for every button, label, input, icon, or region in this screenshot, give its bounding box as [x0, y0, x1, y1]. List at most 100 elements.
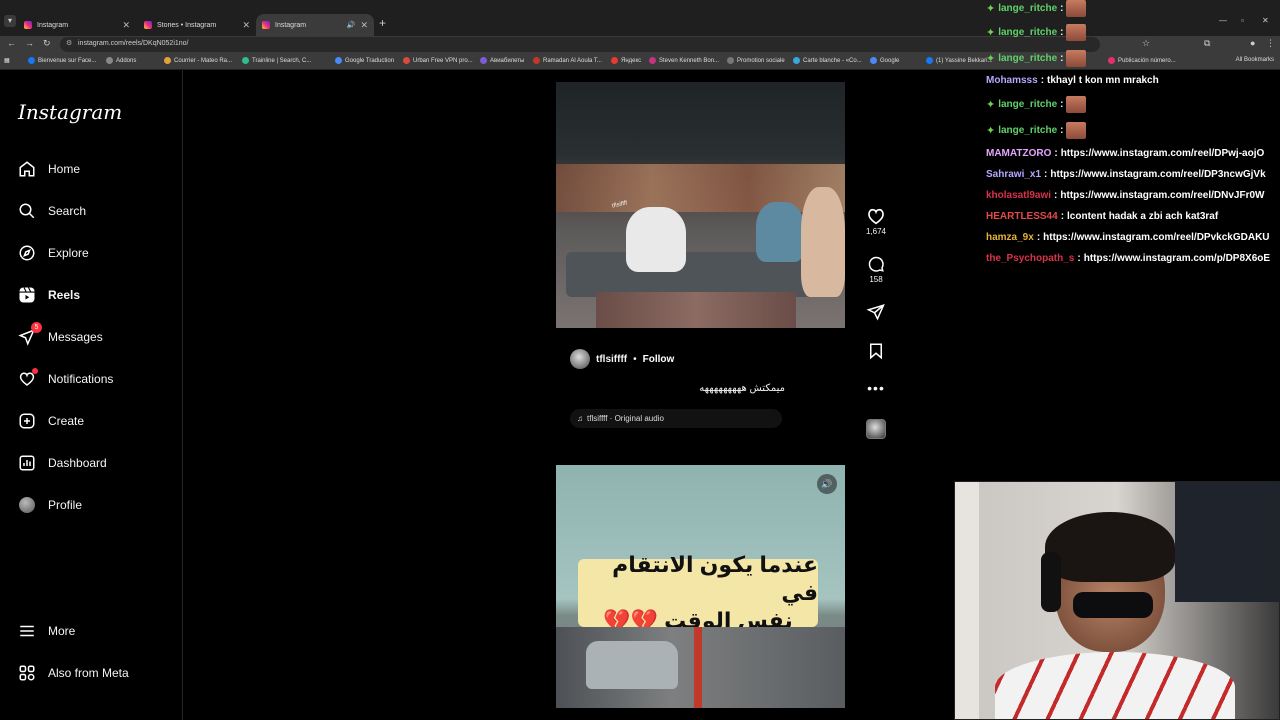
emote-icon [1066, 0, 1087, 17]
author-username[interactable]: tflsiffff [596, 354, 627, 365]
bookmark-item[interactable]: Trainline | Search, C... [242, 57, 311, 64]
reload-icon[interactable]: ↻ [43, 38, 51, 49]
sidebar-item-notifications[interactable]: Notifications [18, 366, 113, 392]
like-count: 1,674 [865, 227, 887, 236]
save-button[interactable] [864, 342, 888, 360]
chat-message: ✦ lange_ritche: [986, 50, 1280, 67]
video-overlay-caption-box: عندما يكون الانتقام في نفس الوقت 💔💔 [578, 552, 818, 633]
chat-text: https://www.instagram.com/reel/DNvJFr0W [1060, 190, 1265, 201]
chat-message: ✦ lange_ritche: [986, 122, 1280, 139]
chat-username: MAMATZORO [986, 148, 1052, 159]
video-overlay-text: عندما يكون الانتقام في [612, 552, 818, 605]
bookmark-item[interactable]: Ramadan Al Aoula T... [533, 57, 602, 64]
bookmark-item[interactable]: Google [870, 57, 899, 64]
video-scene-person [756, 202, 804, 262]
bookmark-label: Promotion sociale [737, 57, 785, 64]
original-audio-link[interactable]: ♫ tflsiffff · Original audio [570, 409, 782, 428]
bookmark-label: Courrier - Mateo Ra... [174, 57, 233, 64]
chat-username: Sahrawi_x1 [986, 169, 1042, 180]
sidebar-item-home[interactable]: Home [18, 156, 80, 182]
ellipsis-icon: ••• [867, 380, 885, 396]
separator-dot: • [633, 353, 637, 365]
sidebar-item-label: Messages [48, 330, 103, 344]
bookmark-label: Bienvenue sur Face... [38, 57, 97, 64]
bookmark-item[interactable]: Addons [106, 57, 136, 64]
sidebar-item-profile[interactable]: Profile [18, 492, 82, 518]
reel-video-next[interactable]: عندما يكون الانتقام في نفس الوقت 💔💔 [556, 465, 845, 708]
webcam-scene-headset [1041, 552, 1061, 612]
video-scene-canopy [556, 164, 845, 212]
bookmark-favicon-icon [480, 57, 487, 64]
bookmark-item[interactable]: Steven Kenneth Bon... [649, 57, 719, 64]
sidebar-item-explore[interactable]: Explore [18, 240, 89, 266]
bookmark-item[interactable]: Google Traduction [335, 57, 394, 64]
tab-title: Instagram [37, 21, 69, 29]
webcam-overlay [954, 481, 1280, 720]
bookmark-item[interactable]: Carte blanche - «Co... [793, 57, 862, 64]
sidebar-item-create[interactable]: Create [18, 408, 84, 434]
bookmark-favicon-icon [611, 57, 618, 64]
sidebar-item-label: More [48, 624, 76, 638]
avatar[interactable] [570, 349, 590, 369]
close-tab-icon[interactable]: ✕ [122, 20, 130, 31]
back-arrow-icon[interactable]: ← [7, 38, 16, 48]
follow-button[interactable]: Follow [643, 354, 675, 365]
bookmark-favicon-icon [727, 57, 734, 64]
browser-tab[interactable]: Stories • Instagram ✕ [138, 14, 256, 36]
reels-icon [18, 286, 36, 304]
close-tab-icon[interactable]: ✕ [360, 20, 368, 31]
bookmark-label: Trainline | Search, C... [252, 57, 312, 64]
browser-tab[interactable]: Instagram ✕ [18, 14, 136, 36]
sidebar-item-also-from-meta[interactable]: Also from Meta [18, 660, 129, 686]
bookmark-item[interactable]: Promotion sociale [727, 57, 785, 64]
bookmark-label: Авиабилеты [490, 57, 525, 64]
chat-text: https://www.instagram.com/reel/DP3ncwGjV… [1050, 169, 1266, 180]
heart-icon [18, 368, 38, 388]
sparkle-icon: ✦ [986, 27, 996, 39]
chat-username: the_Psychopath_s [986, 253, 1075, 264]
bookmark-item[interactable]: Яндекс [611, 57, 641, 64]
sidebar-item-reels[interactable]: Reels [18, 282, 80, 308]
sidebar-item-messages[interactable]: 5 Messages [18, 322, 103, 350]
bookmark-favicon-icon [403, 57, 410, 64]
bookmark-item[interactable]: Авиабилеты [480, 57, 524, 64]
send-icon [864, 303, 888, 321]
chat-message: hamza_9x: https://www.instagram.com/reel/… [986, 232, 1270, 243]
comment-button[interactable]: 158 [864, 255, 888, 284]
bookmark-favicon-icon [164, 57, 171, 64]
site-info-icon[interactable]: ⚙ [66, 39, 72, 47]
instagram-logo[interactable]: Instagram [18, 100, 122, 124]
speaker-icon[interactable]: 🔊 [347, 21, 356, 29]
chat-username: lange_ritche [998, 3, 1058, 14]
apps-icon[interactable]: ▦ [4, 57, 10, 64]
sidebar-item-search[interactable]: Search [18, 198, 86, 224]
tab-search-menu-icon[interactable]: ▾ [4, 15, 16, 27]
like-button[interactable]: 1,674 [864, 207, 888, 236]
avatar-icon [18, 496, 36, 514]
browser-tab-active[interactable]: Instagram 🔊 ✕ [256, 14, 374, 36]
close-tab-icon[interactable]: ✕ [242, 20, 250, 31]
hamburger-icon [18, 622, 36, 640]
chat-username: Mohamsss [986, 75, 1038, 86]
chat-username: lange_ritche [998, 27, 1058, 38]
music-note-icon: ♫ [577, 414, 583, 423]
more-options-button[interactable]: ••• [864, 380, 888, 398]
webcam-scene-door [955, 482, 979, 719]
search-icon [18, 202, 36, 220]
meta-apps-icon [18, 664, 36, 682]
forward-arrow-icon[interactable]: → [25, 38, 34, 48]
url-text: instagram.com/reels/DKqN052i1no/ [78, 40, 189, 47]
bookmark-item[interactable]: Courrier - Mateo Ra... [164, 57, 232, 64]
new-tab-button[interactable]: + [379, 16, 386, 30]
reel-video[interactable]: tflsiffff [556, 82, 845, 328]
audio-thumbnail[interactable] [866, 419, 886, 439]
sidebar-item-dashboard[interactable]: Dashboard [18, 450, 107, 476]
bookmark-item[interactable]: Urban Free VPN pro... [403, 57, 473, 64]
bookmark-item[interactable]: Bienvenue sur Face... [28, 57, 96, 64]
address-bar[interactable]: ⚙ instagram.com/reels/DKqN052i1no/ [60, 37, 1100, 52]
sidebar-item-more[interactable]: More [18, 618, 75, 644]
home-icon [18, 160, 36, 178]
speaker-icon[interactable]: 🔊 [817, 474, 837, 494]
bookmark-label: Google Traduction [345, 57, 395, 64]
share-button[interactable] [864, 303, 888, 321]
